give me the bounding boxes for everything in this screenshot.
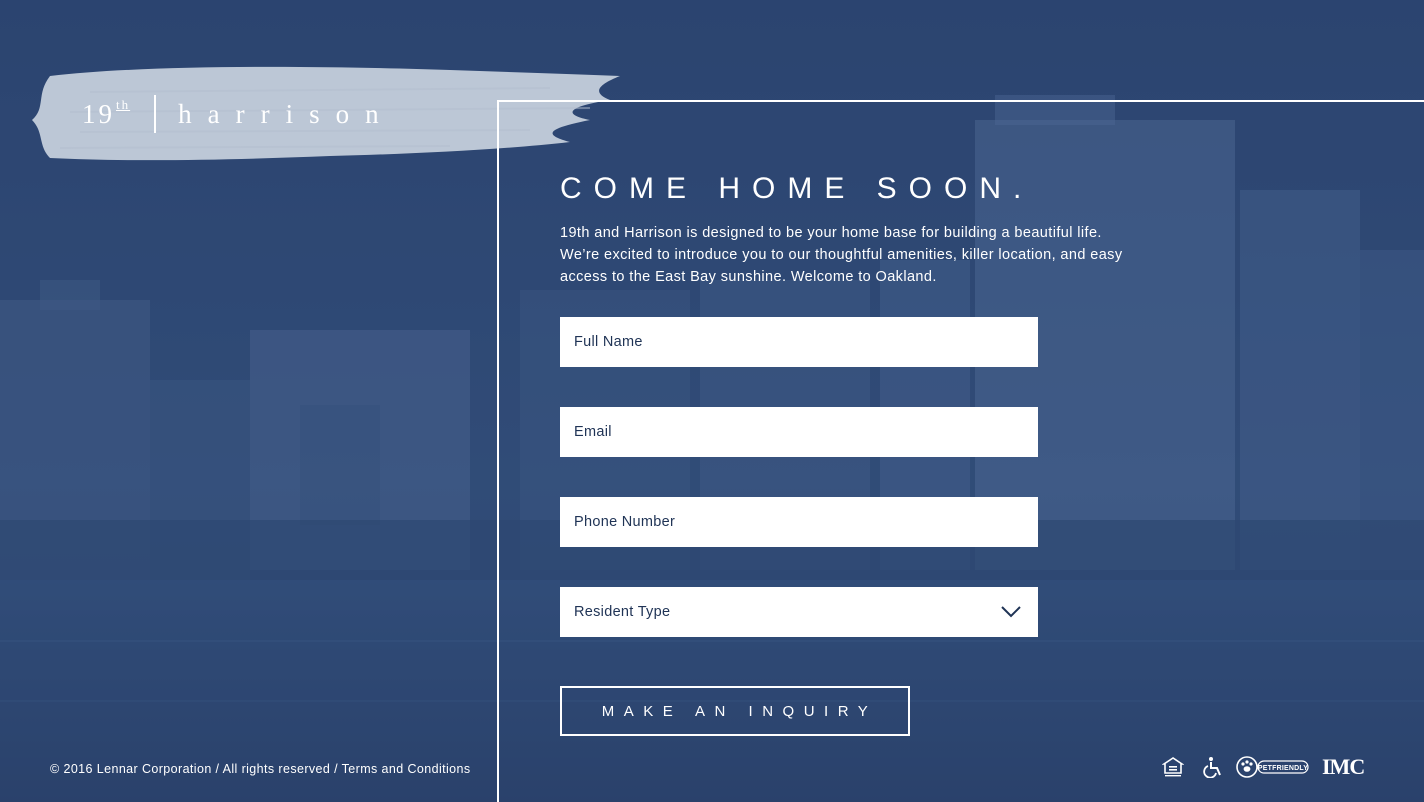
phone-number-input[interactable] [560,497,1038,547]
page-headline: COME HOME SOON. [560,172,1034,205]
logo-divider [154,95,157,133]
pet-friendly-icon: PETFRIENDLY [1236,755,1310,779]
terms-and-conditions-link[interactable]: Terms and Conditions [342,762,471,776]
logo-name: harrison [178,98,395,129]
footer-copyright: © 2016 Lennar Corporation / All rights r… [50,762,471,776]
chevron-down-icon [1001,606,1021,618]
intro-paragraph: 19th and Harrison is designed to be your… [560,225,1123,285]
compliance-badges: PETFRIENDLY IMC [1160,752,1365,782]
imc-logo: IMC [1322,754,1365,779]
svg-text:PETFRIENDLY: PETFRIENDLY [1258,765,1308,772]
equal-housing-icon [1160,756,1186,778]
email-input[interactable] [560,407,1038,457]
accessibility-icon [1200,756,1226,778]
logo-superscript: th [116,97,131,112]
imc-logo-text: IMC [1322,754,1365,779]
copyright-text: © 2016 Lennar Corporation / All rights r… [50,762,342,776]
logo-number: 19 [82,98,115,129]
resident-type-select[interactable]: Resident Type [560,587,1038,637]
resident-type-label: Resident Type [574,604,671,620]
make-inquiry-button[interactable]: MAKE AN INQUIRY [560,686,910,736]
brand-logo[interactable]: 19 th harrison [82,94,395,134]
full-name-input[interactable] [560,317,1038,367]
